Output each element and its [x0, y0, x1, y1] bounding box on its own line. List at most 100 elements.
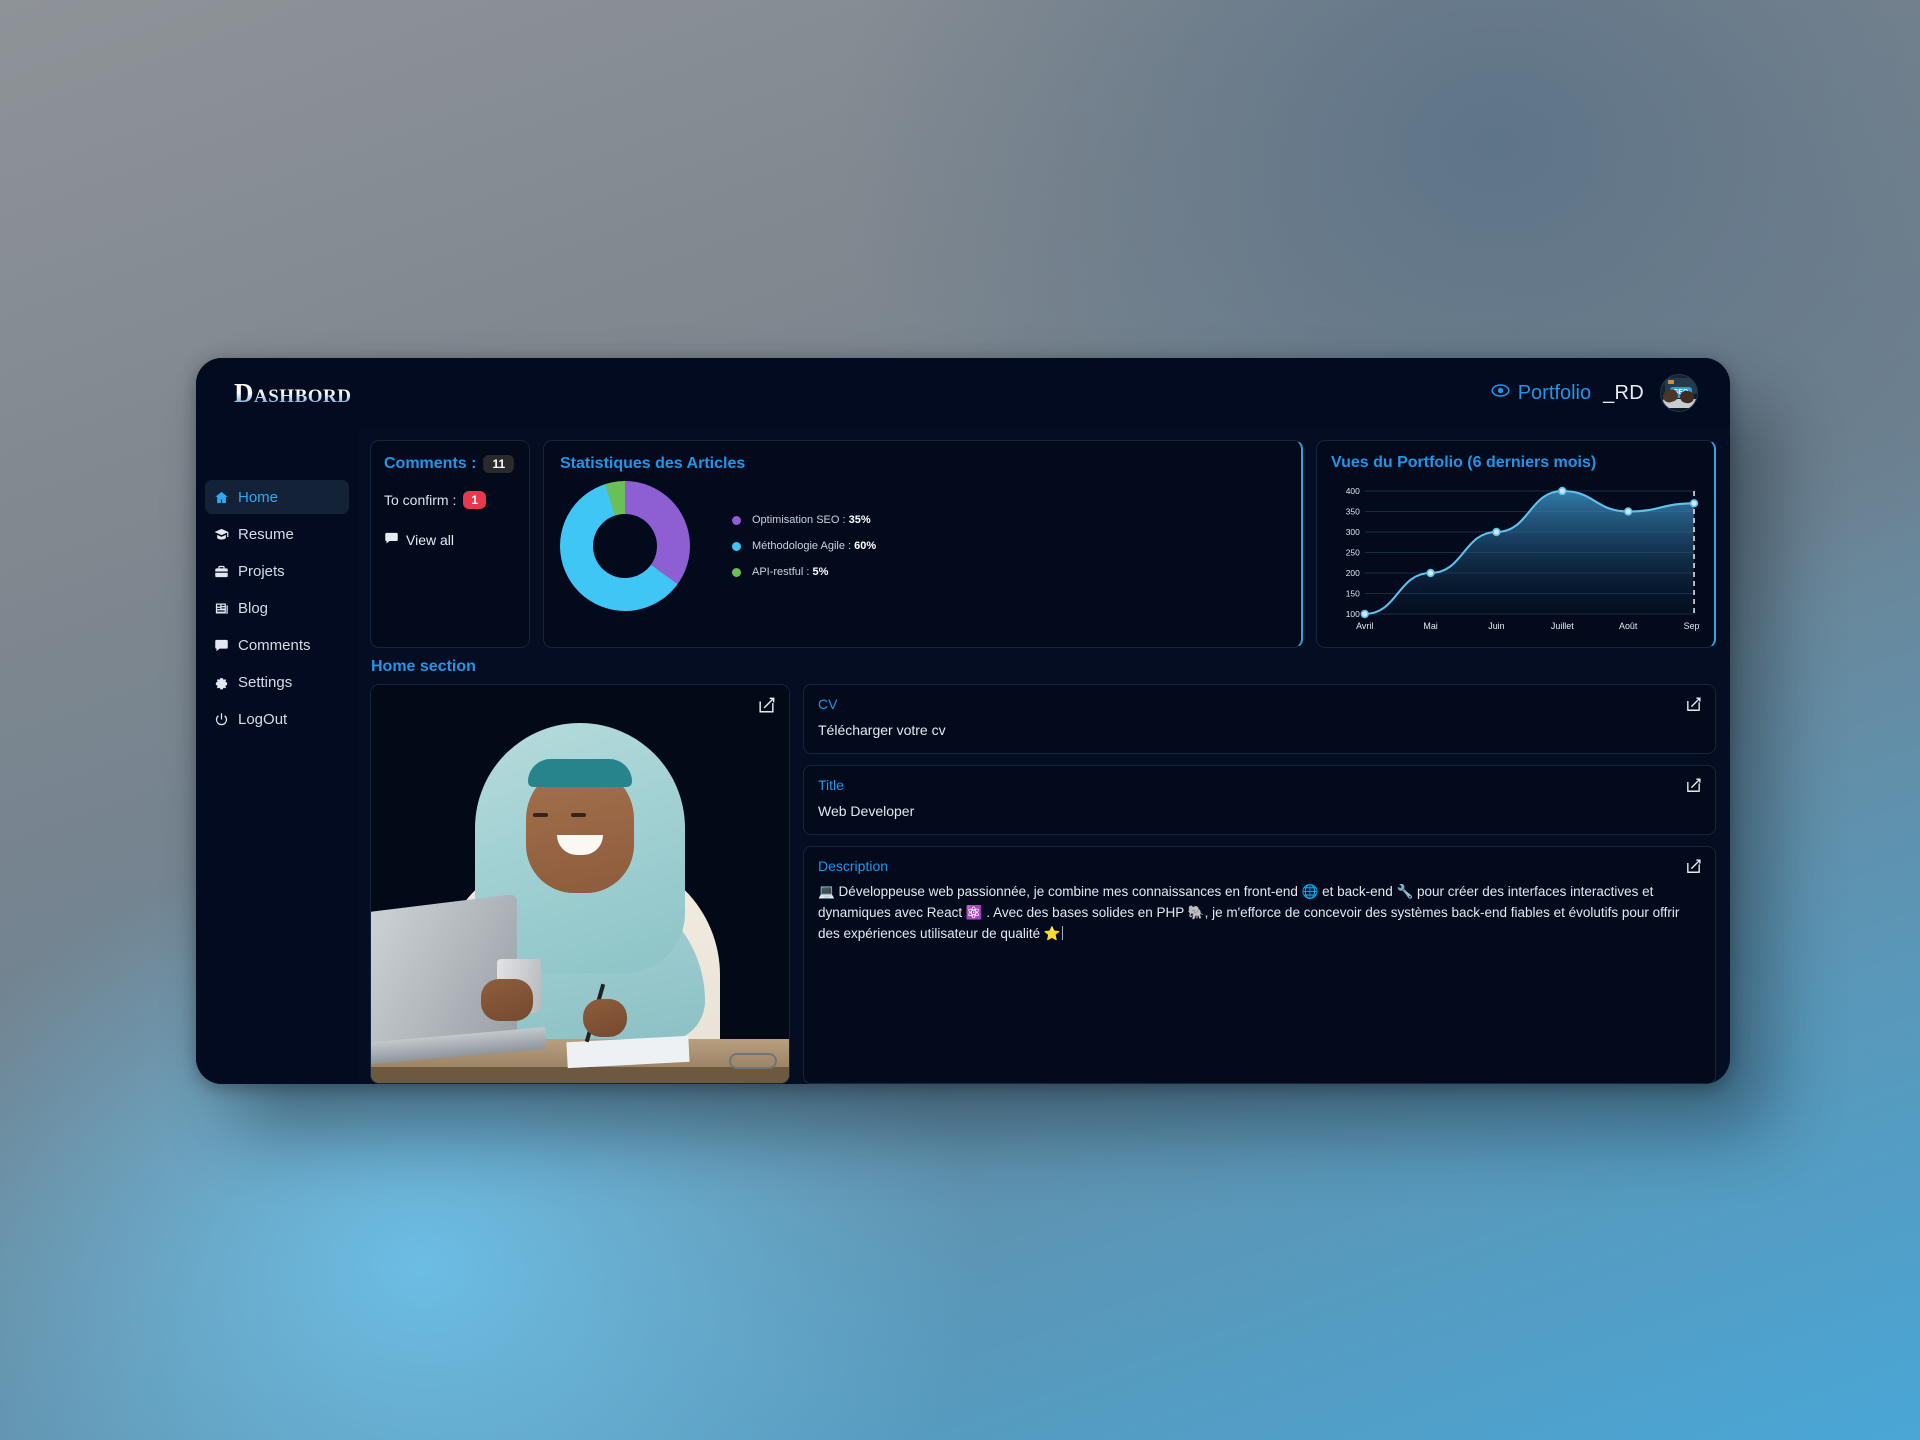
legend-item: Méthodologie Agile : 60% — [732, 540, 876, 552]
title-value: Web Developer — [818, 803, 915, 819]
description-field-card: Description 💻 Développeuse web passionné… — [803, 846, 1716, 1084]
to-confirm-row: To confirm : 1 — [384, 491, 516, 509]
legend-color-dot — [732, 541, 741, 551]
y-axis-tick: 350 — [1346, 507, 1360, 517]
sidebar-item-blog[interactable]: Blog — [205, 591, 349, 625]
sidebar-item-label: LogOut — [238, 710, 288, 728]
graduation-cap-icon — [214, 527, 229, 542]
statistiques-title: Statistiques des Articles — [560, 455, 746, 472]
sidebar-item-label: Resume — [238, 525, 294, 543]
legend-value: 35% — [848, 514, 871, 526]
x-axis-tick: Sept. — [1684, 621, 1700, 631]
data-point[interactable] — [1426, 568, 1435, 578]
data-point[interactable] — [1624, 507, 1633, 516]
legend-item: API-restful : 5% — [732, 566, 876, 578]
window-body: Home Resume Projets Blog Comments Settin… — [196, 428, 1730, 1084]
x-axis-tick: Avril — [1356, 621, 1373, 631]
fields-column: CV Télécharger votre cv Title Web Develo… — [803, 684, 1716, 1084]
sidebar-item-label: Projets — [238, 562, 285, 580]
comment-icon — [384, 531, 399, 549]
brand-logo: Dashbord — [218, 378, 351, 409]
donut-chart-wrap: Optimisation SEO : 35% Méthodologie Agile… — [560, 481, 1285, 611]
main-content: Comments : 11 To confirm : 1 View all St… — [358, 428, 1730, 1084]
top-bar: Dashbord Portfolio _RD SEO — [196, 358, 1730, 428]
data-point[interactable] — [1492, 527, 1501, 537]
description-label: Description — [818, 858, 889, 874]
y-axis-tick: 300 — [1346, 527, 1360, 537]
comments-title: Comments : — [384, 455, 477, 472]
x-axis-tick: Août — [1619, 621, 1638, 631]
top-bar-right: Portfolio _RD SEO — [1491, 374, 1708, 412]
y-axis-tick: 400 — [1346, 486, 1360, 496]
home-photo-card — [370, 684, 790, 1084]
edit-icon[interactable] — [1685, 696, 1702, 713]
view-all-label: View all — [406, 532, 454, 548]
y-axis-tick: 150 — [1346, 589, 1360, 599]
sidebar-item-comments[interactable]: Comments — [205, 628, 349, 662]
sidebar-item-projets[interactable]: Projets — [205, 554, 349, 588]
legend-value: 5% — [812, 566, 829, 578]
sidebar-item-label: Home — [238, 488, 279, 506]
app-window: Dashbord Portfolio _RD SEO — [196, 358, 1730, 1084]
data-point[interactable] — [1558, 486, 1567, 496]
to-confirm-label: To confirm : — [384, 492, 457, 508]
donut-legend: Optimisation SEO : 35% Méthodologie Agile… — [732, 514, 876, 578]
cv-label: CV — [818, 696, 838, 712]
eye-icon — [1491, 381, 1510, 406]
edit-icon[interactable] — [1685, 858, 1702, 875]
vues-portfolio-card: Vues du Portfolio (6 derniers mois) 100 1… — [1316, 440, 1716, 648]
title-label: Title — [818, 777, 844, 793]
data-point[interactable] — [1360, 609, 1369, 619]
statistiques-card: Statistiques des Articles Optimisation S… — [543, 440, 1303, 648]
bottom-row: CV Télécharger votre cv Title Web Develo… — [370, 684, 1716, 1084]
data-point[interactable] — [1689, 499, 1699, 508]
comments-count-badge: 11 — [483, 455, 515, 473]
vues-portfolio-title: Vues du Portfolio (6 derniers mois) — [1331, 454, 1597, 471]
x-axis-tick: Juin — [1488, 621, 1504, 631]
legend-value: 60% — [854, 540, 877, 552]
y-axis-tick: 250 — [1346, 548, 1360, 558]
edit-icon[interactable] — [757, 696, 776, 715]
avatar-image: SEO — [1661, 375, 1697, 411]
line-chart: 100 150 200 250 300 350 400 Avril Mai Juin Juillet… — [1331, 481, 1700, 636]
cv-value: Télécharger votre cv — [818, 722, 946, 738]
to-confirm-badge: 1 — [463, 491, 487, 509]
cv-field-card: CV Télécharger votre cv — [803, 684, 1716, 754]
edit-icon[interactable] — [1685, 777, 1702, 794]
y-axis-tick: 200 — [1346, 568, 1360, 578]
y-axis-tick: 100 — [1346, 609, 1360, 619]
legend-color-dot — [732, 515, 741, 525]
avatar[interactable]: SEO — [1660, 374, 1698, 412]
comment-icon — [214, 638, 229, 653]
portfolio-label: Portfolio — [1517, 381, 1592, 404]
sidebar-item-resume[interactable]: Resume — [205, 517, 349, 551]
power-icon — [214, 712, 229, 727]
view-all-link[interactable]: View all — [384, 531, 516, 549]
title-field-card: Title Web Developer — [803, 765, 1716, 835]
sidebar-item-home[interactable]: Home — [205, 480, 349, 514]
home-section-label: Home section — [371, 658, 476, 675]
sidebar-item-label: Settings — [238, 673, 293, 691]
newspaper-icon — [214, 601, 229, 616]
sidebar-item-label: Blog — [238, 599, 269, 617]
briefcase-icon — [214, 564, 229, 579]
legend-label: Optimisation SEO : 35% — [752, 514, 871, 526]
x-axis-tick: Mai — [1423, 621, 1437, 631]
x-axis-tick: Juillet — [1551, 621, 1574, 631]
comments-header: Comments : 11 — [384, 455, 516, 473]
sidebar: Home Resume Projets Blog Comments Settin… — [196, 428, 358, 1084]
legend-label: Méthodologie Agile : 60% — [752, 540, 877, 552]
legend-color-dot — [732, 567, 741, 577]
home-icon — [214, 490, 229, 505]
donut-chart — [560, 481, 690, 611]
portfolio-link[interactable]: Portfolio — [1491, 381, 1591, 406]
user-tag: _RD — [1603, 381, 1644, 404]
gear-icon — [214, 675, 229, 690]
description-value[interactable]: 💻 Développeuse web passionnée, je combin… — [818, 882, 1701, 945]
home-photo — [371, 685, 789, 1083]
sidebar-item-settings[interactable]: Settings — [205, 665, 349, 699]
top-cards-row: Comments : 11 To confirm : 1 View all St… — [370, 440, 1716, 648]
text-caret — [1061, 925, 1063, 940]
comments-card: Comments : 11 To confirm : 1 View all — [370, 440, 530, 648]
sidebar-item-logout[interactable]: LogOut — [205, 702, 349, 736]
